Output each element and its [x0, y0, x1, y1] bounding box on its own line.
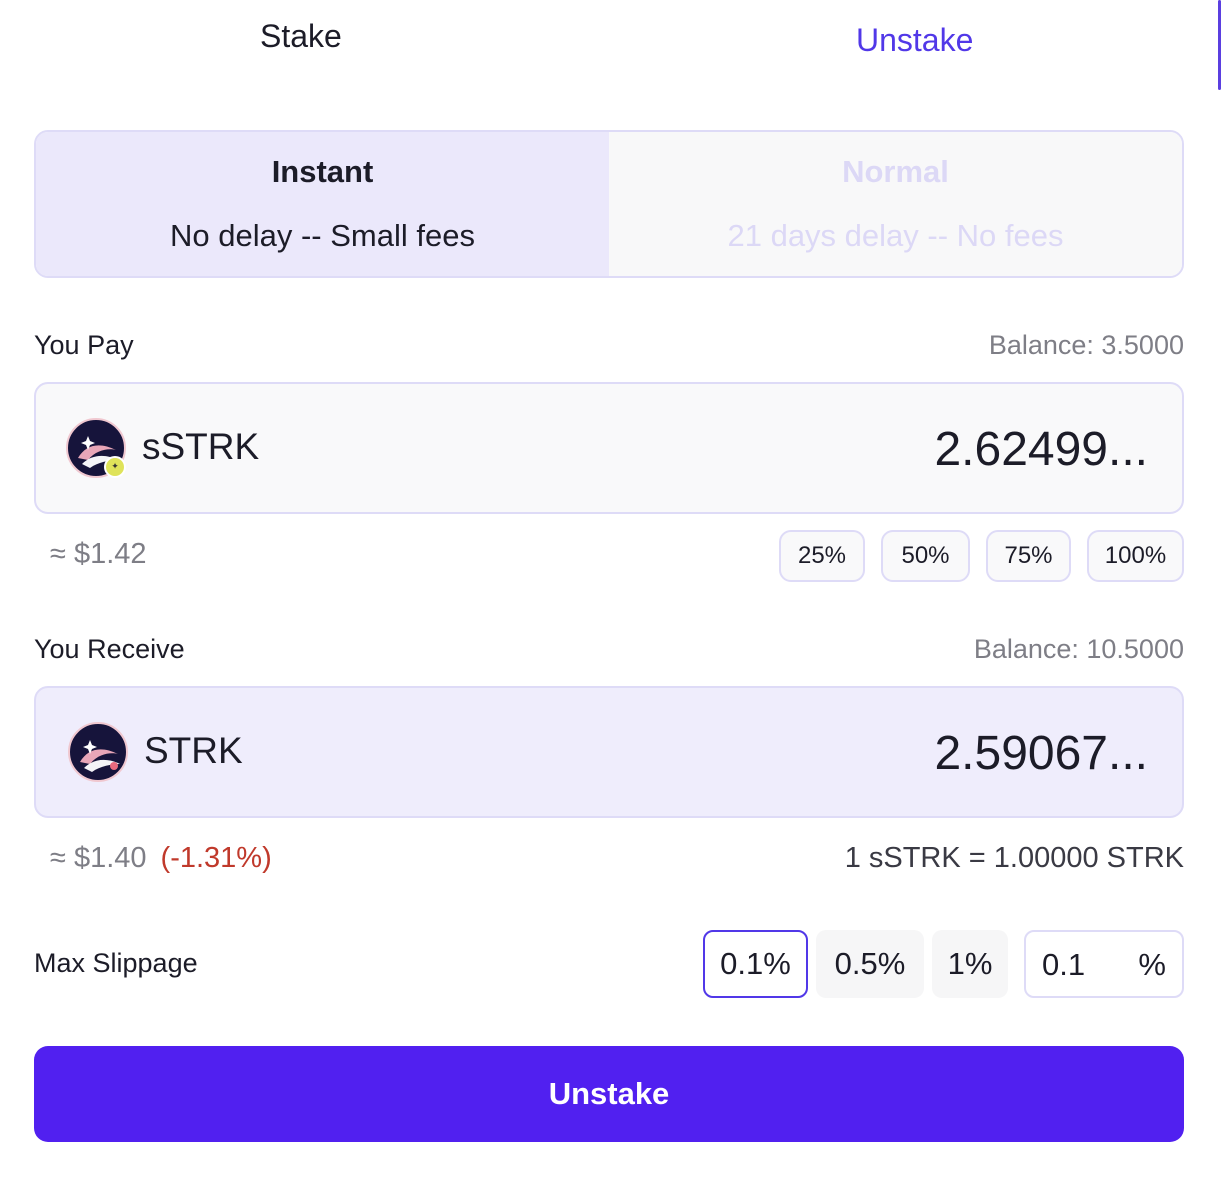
mode-instant-subtitle: No delay -- Small fees [170, 218, 475, 253]
receive-usd-value: ≈ $1.40 [50, 842, 147, 874]
unstake-button[interactable]: Unstake [34, 1046, 1184, 1142]
tab-stake[interactable]: Stake [260, 18, 342, 55]
mode-normal-option[interactable]: Normal 21 days delay -- No fees [609, 132, 1182, 276]
pay-token-box[interactable]: ✦ sSTRK 2.62499... [34, 382, 1184, 514]
custom-slippage-unit: % [1138, 947, 1166, 982]
slippage-option-0-1[interactable]: 0.1% [703, 930, 808, 998]
pct-75-button[interactable]: 75% [986, 530, 1071, 582]
pay-amount[interactable]: 2.62499... [934, 422, 1148, 477]
sstrk-badge-icon: ✦ [104, 456, 126, 478]
custom-slippage-field: % [1024, 930, 1184, 998]
receive-token-box: STRK 2.59067... [34, 686, 1184, 818]
exchange-rate: 1 sSTRK = 1.00000 STRK [844, 842, 1184, 874]
mode-instant-title: Instant [271, 154, 374, 189]
receive-amount: 2.59067... [934, 727, 1148, 780]
mode-normal-subtitle: 21 days delay -- No fees [727, 218, 1064, 253]
pay-label: You Pay [34, 330, 134, 360]
receive-usd-row: ≈ $1.40 (-1.31%) [50, 842, 272, 875]
receive-balance: Balance: 10.5000 [973, 634, 1184, 664]
custom-slippage-input[interactable] [1042, 946, 1122, 984]
pay-usd-value: ≈ $1.42 [50, 538, 147, 570]
pay-balance: Balance: 3.5000 [988, 330, 1184, 360]
strk-token-icon [68, 722, 128, 782]
receive-label: You Receive [34, 634, 185, 664]
pct-25-button[interactable]: 25% [779, 530, 865, 582]
pct-50-button[interactable]: 50% [881, 530, 970, 582]
slippage-option-0-5[interactable]: 0.5% [816, 930, 924, 998]
pay-token-name: sSTRK [142, 426, 260, 467]
slippage-option-1[interactable]: 1% [932, 930, 1008, 998]
receive-token-name: STRK [144, 730, 243, 771]
unstake-mode-toggle: Instant No delay -- Small fees Normal 21… [34, 130, 1184, 278]
mode-instant-option[interactable]: Instant No delay -- Small fees [36, 132, 609, 276]
mode-normal-title: Normal [842, 154, 949, 189]
tab-unstake[interactable]: Unstake [856, 22, 973, 59]
max-slippage-label: Max Slippage [34, 948, 198, 978]
receive-price-impact: (-1.31%) [160, 842, 272, 874]
pct-100-button[interactable]: 100% [1087, 530, 1184, 582]
stake-unstake-tabs: Stake Unstake [0, 0, 1222, 90]
